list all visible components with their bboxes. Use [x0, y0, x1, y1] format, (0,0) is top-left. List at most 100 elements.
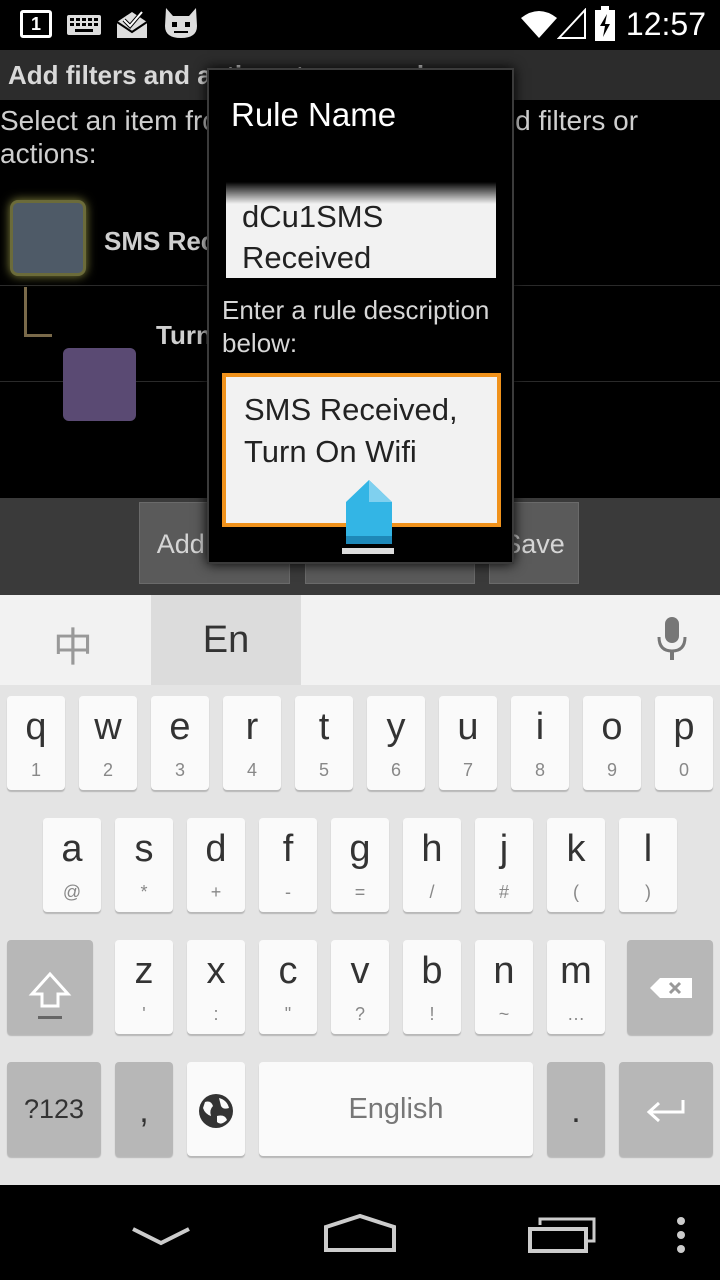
key-e[interactable]: e3 — [151, 696, 209, 790]
key-label: l — [643, 828, 653, 870]
soft-keyboard: 中 En ?123 , English . q 1 w 2 e 3 r 4 t … — [0, 595, 720, 1185]
key-i[interactable]: i8 — [511, 696, 569, 790]
period-key[interactable]: . — [547, 1062, 605, 1156]
home-icon[interactable] — [322, 1213, 398, 1253]
key-f[interactable]: f- — [259, 818, 317, 912]
key-d[interactable]: d + — [187, 818, 245, 912]
key-a[interactable]: a @ — [43, 818, 101, 912]
key-n[interactable]: n ~ — [475, 940, 533, 1034]
key-secondary-label: 7 — [462, 760, 473, 780]
tree-connector — [24, 287, 27, 337]
hide-keyboard-icon[interactable] — [130, 1225, 192, 1247]
comma-key[interactable]: , — [115, 1062, 173, 1156]
key-label: p — [673, 706, 695, 748]
key-secondary-label: ! — [429, 1004, 435, 1024]
key-label: q — [25, 706, 47, 748]
key-x[interactable]: x: — [187, 940, 245, 1034]
action-icon — [63, 348, 136, 421]
status-bar: 1 12:57 — [0, 0, 720, 50]
key-label: s — [134, 828, 154, 870]
space-key-label: English — [348, 1093, 444, 1125]
key-label: h — [421, 828, 443, 870]
key-secondary-label: 2 — [102, 760, 113, 780]
key-label: v — [350, 950, 370, 992]
key-g[interactable]: g = — [331, 818, 389, 912]
tree-connector-branch — [24, 334, 52, 337]
key-q[interactable]: q1 — [7, 696, 65, 790]
key-label: k — [566, 828, 586, 870]
rule-name-field[interactable]: dCu1SMS Received — [226, 182, 496, 278]
key-v[interactable]: v? — [331, 940, 389, 1034]
key-label: c — [278, 950, 298, 992]
key-label: x — [206, 950, 226, 992]
key-z[interactable]: z ' — [115, 940, 173, 1034]
mail-check-icon — [116, 10, 148, 38]
enter-icon — [646, 1100, 685, 1122]
cyanogen-icon — [165, 8, 197, 38]
recent-apps-icon[interactable] — [526, 1215, 598, 1255]
space-key[interactable]: English — [259, 1062, 533, 1156]
key-label: o — [601, 706, 623, 748]
key-label: y — [386, 706, 406, 748]
description-label: Enter a rule description below: — [222, 295, 490, 358]
battery-charging-icon — [595, 6, 615, 41]
key-secondary-label: 1 — [30, 760, 41, 780]
key-label: r — [245, 706, 259, 748]
key-t[interactable]: t5 — [295, 696, 353, 790]
key-secondary-label: # — [498, 882, 509, 902]
key-c[interactable]: c " — [259, 940, 317, 1034]
key-secondary-label: ( — [573, 882, 579, 902]
notification-count: 1 — [30, 14, 41, 34]
keyboard-icon — [67, 15, 101, 35]
key-label: u — [457, 706, 479, 748]
chinese-input-button[interactable]: 中 — [0, 595, 150, 685]
key-secondary-label: / — [429, 882, 435, 902]
chinese-input-label: 中 — [53, 625, 93, 671]
key-s[interactable]: s * — [115, 818, 173, 912]
language-key[interactable] — [187, 1062, 245, 1156]
key-r[interactable]: r4 — [223, 696, 281, 790]
key-secondary-label: - — [285, 882, 291, 902]
key-secondary-label: … — [567, 1004, 585, 1024]
key-secondary-label: 9 — [606, 760, 617, 780]
signal-icon — [557, 8, 586, 39]
english-input-button[interactable]: En — [151, 595, 301, 685]
key-p[interactable]: p0 — [655, 696, 713, 790]
key-y[interactable]: y6 — [367, 696, 425, 790]
key-secondary-label: : — [213, 1004, 219, 1024]
key-secondary-label: 5 — [318, 760, 329, 780]
clock: 12:57 — [625, 6, 706, 42]
backspace-key[interactable] — [627, 940, 713, 1034]
key-l[interactable]: l) — [619, 818, 677, 912]
rule-description-value: SMS Received, Turn On Wifi — [244, 392, 458, 469]
notification-count-icon: 1 — [20, 10, 52, 38]
key-w[interactable]: w2 — [79, 696, 137, 790]
period-key-label: . — [571, 1092, 581, 1130]
globe-icon — [199, 1094, 233, 1128]
key-label: j — [499, 828, 509, 870]
key-k[interactable]: k( — [547, 818, 605, 912]
key-j[interactable]: j # — [475, 818, 533, 912]
overflow-menu-icon[interactable] — [675, 1215, 687, 1255]
key-label: n — [493, 950, 515, 992]
key-u[interactable]: u7 — [439, 696, 497, 790]
symbols-key[interactable]: ?123 — [7, 1062, 101, 1156]
text-cursor-handle-icon[interactable] — [342, 478, 396, 558]
key-secondary-label: @ — [62, 882, 82, 902]
key-secondary-label: + — [210, 882, 222, 902]
shift-icon — [28, 971, 72, 1019]
key-secondary-label: " — [284, 1004, 292, 1024]
symbols-key-label: ?123 — [23, 1094, 85, 1124]
key-secondary-label: * — [140, 882, 148, 902]
key-o[interactable]: o9 — [583, 696, 641, 790]
key-m[interactable]: m… — [547, 940, 605, 1034]
key-h[interactable]: h / — [403, 818, 461, 912]
key-secondary-label: ' — [142, 1004, 146, 1024]
key-b[interactable]: b! — [403, 940, 461, 1034]
microphone-icon[interactable] — [656, 617, 688, 661]
dialog-title: Rule Name — [231, 96, 397, 133]
shift-key[interactable] — [7, 940, 93, 1034]
key-label: e — [169, 706, 191, 748]
key-secondary-label: 3 — [174, 760, 185, 780]
enter-key[interactable] — [619, 1062, 713, 1156]
